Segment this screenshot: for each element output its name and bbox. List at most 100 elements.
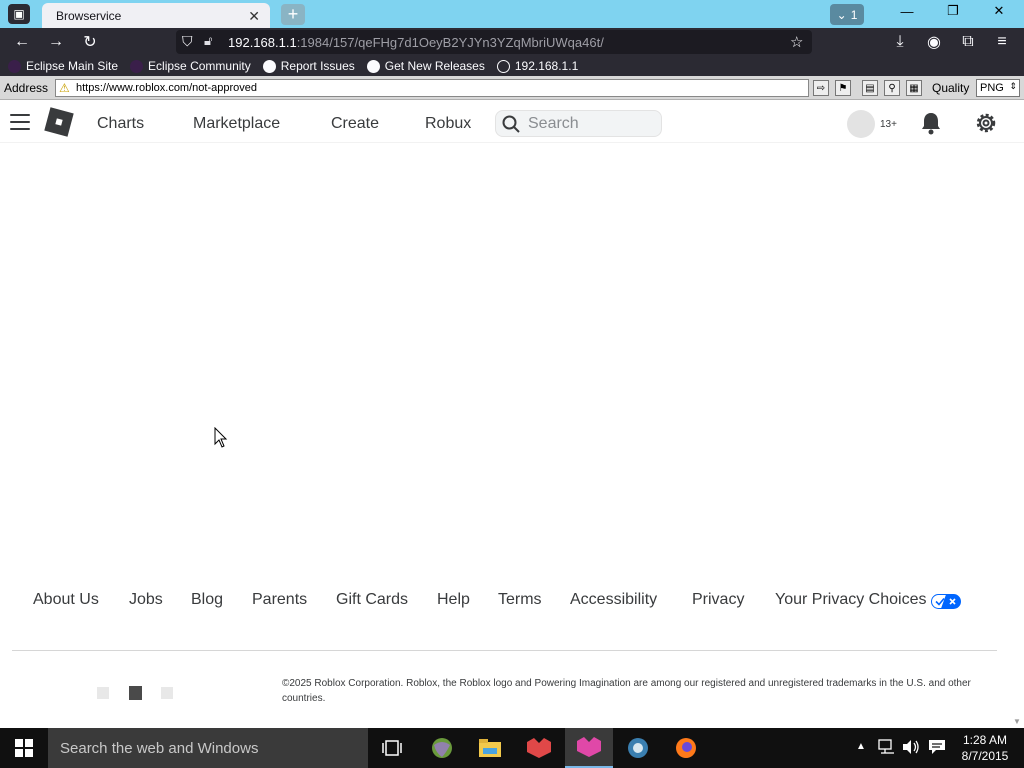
bookmark-star-icon[interactable]: ☆ bbox=[790, 33, 803, 51]
main-content bbox=[0, 143, 1010, 583]
globe-icon bbox=[496, 59, 510, 73]
tab-close-icon[interactable]: ✕ bbox=[248, 8, 260, 25]
vertical-scrollbar[interactable]: ▼ bbox=[1010, 143, 1024, 728]
footer-link-jobs[interactable]: Jobs bbox=[129, 591, 163, 609]
clipboard-icon[interactable]: ▦ bbox=[906, 80, 922, 96]
red-app-icon[interactable] bbox=[515, 728, 563, 768]
address-label: Address bbox=[4, 81, 49, 95]
footer-link-blog[interactable]: Blog bbox=[191, 591, 223, 609]
bookmark-label: 192.168.1.1 bbox=[514, 59, 579, 73]
browser-app-icon[interactable] bbox=[614, 728, 662, 768]
quality-label: Quality bbox=[932, 81, 970, 95]
hamburger-menu-icon[interactable] bbox=[10, 114, 30, 130]
close-window-button[interactable]: ✕ bbox=[976, 0, 1022, 22]
notification-bell-icon[interactable] bbox=[920, 111, 942, 140]
eclipse-icon bbox=[130, 59, 144, 73]
network-icon[interactable] bbox=[878, 739, 896, 760]
footer-link-terms[interactable]: Terms bbox=[498, 591, 542, 609]
footer-link-privacy[interactable]: Privacy bbox=[692, 591, 744, 609]
mouse-cursor-icon bbox=[214, 426, 228, 454]
url-bar[interactable]: ⛉ 🔓︎ 192.168.1.1:1984/157/qeFHg7d1OeyB2Y… bbox=[176, 30, 812, 54]
nav-marketplace[interactable]: Marketplace bbox=[193, 115, 280, 133]
tab-title: Browservice bbox=[56, 8, 122, 23]
back-button[interactable]: ← bbox=[10, 31, 34, 53]
forward-button[interactable]: → bbox=[44, 31, 68, 53]
avatar[interactable] bbox=[847, 110, 875, 138]
github-icon bbox=[366, 59, 380, 73]
taskbar: Search the web and Windows ▲ 1:28 AM 8/7… bbox=[0, 728, 1024, 768]
nav-robux[interactable]: Robux bbox=[425, 115, 471, 133]
action-center-icon[interactable] bbox=[928, 739, 946, 760]
navigation-toolbar: ← → ↻ ⛉ 🔓︎ 192.168.1.1:1984/157/qeFHg7d1… bbox=[0, 28, 1024, 56]
downloads-icon[interactable]: ⤓ bbox=[888, 31, 912, 53]
footer-link-gift-cards[interactable]: Gift Cards bbox=[336, 591, 408, 609]
age-badge: 13+ bbox=[880, 119, 897, 130]
address-value: https://www.roblox.com/not-approved bbox=[76, 82, 257, 94]
search-input[interactable]: Search bbox=[495, 110, 662, 137]
task-view-icon[interactable] bbox=[368, 728, 416, 768]
roblox-logo[interactable] bbox=[44, 107, 74, 137]
file-explorer-icon[interactable] bbox=[466, 728, 514, 768]
search-placeholder: Search bbox=[528, 114, 579, 132]
carousel-dot-active bbox=[129, 686, 142, 700]
footer-link-privacy-choices[interactable]: Your Privacy Choices bbox=[775, 591, 926, 609]
browservice-toolbar: Address ⚠ https://www.roblox.com/not-app… bbox=[0, 76, 1024, 100]
tray-expand-icon[interactable]: ▲ bbox=[856, 741, 866, 752]
search-icon bbox=[502, 115, 520, 133]
url-host: 192.168.1.1 bbox=[228, 34, 297, 50]
tab-list-button[interactable]: ⌄ 1 bbox=[830, 4, 864, 25]
address-field[interactable]: ⚠ https://www.roblox.com/not-approved bbox=[55, 79, 809, 97]
footer-link-parents[interactable]: Parents bbox=[252, 591, 307, 609]
bookmark-report-issues[interactable]: Report Issues bbox=[262, 59, 355, 73]
globe-app-icon[interactable] bbox=[418, 728, 466, 768]
bookmark-label: Get New Releases bbox=[384, 59, 485, 73]
taskbar-search-input[interactable]: Search the web and Windows bbox=[48, 728, 368, 768]
footer-link-accessibility[interactable]: Accessibility bbox=[570, 591, 657, 609]
footer-link-about-us[interactable]: About Us bbox=[33, 591, 99, 609]
bookmarks-list-icon[interactable]: ▤ bbox=[862, 80, 878, 96]
bookmarks-bar: Eclipse Main Site Eclipse Community Repo… bbox=[0, 56, 1024, 76]
extensions-icon[interactable]: ⧉ bbox=[956, 31, 980, 53]
settings-gear-icon[interactable] bbox=[974, 111, 998, 140]
firefox-icon[interactable] bbox=[662, 728, 710, 768]
shield-icon[interactable]: ⛉ bbox=[182, 33, 193, 50]
start-button[interactable] bbox=[0, 728, 48, 768]
taskbar-search-placeholder: Search the web and Windows bbox=[60, 739, 259, 757]
nav-charts[interactable]: Charts bbox=[97, 115, 144, 133]
footer-link-help[interactable]: Help bbox=[437, 591, 470, 609]
lock-warning-icon[interactable]: 🔓︎ bbox=[204, 33, 212, 49]
volume-icon[interactable] bbox=[902, 739, 920, 760]
bookmark-eclipse-main[interactable]: Eclipse Main Site bbox=[8, 59, 118, 73]
menu-icon[interactable]: ≡ bbox=[990, 31, 1014, 53]
reload-button[interactable]: ↻ bbox=[78, 31, 102, 53]
bookmark-eclipse-community[interactable]: Eclipse Community bbox=[130, 59, 251, 73]
roblox-header: Charts Marketplace Create Robux Search 1… bbox=[0, 101, 1024, 143]
new-tab-button[interactable]: + bbox=[281, 4, 305, 25]
tray-clock[interactable]: 1:28 AM 8/7/2015 bbox=[955, 732, 1015, 764]
quality-value: PNG bbox=[980, 82, 1004, 94]
carousel-dot bbox=[97, 687, 109, 699]
chevron-down-icon: ⌄ bbox=[836, 7, 847, 22]
pink-app-icon[interactable] bbox=[565, 728, 613, 768]
go-icon[interactable]: ⇨ bbox=[813, 80, 829, 96]
restore-button[interactable]: ❐ bbox=[930, 0, 976, 22]
url-path: :1984/157/qeFHg7d1OeyB2YJYn3YZqMbriUWqa4… bbox=[296, 34, 604, 50]
warning-icon: ⚠ bbox=[59, 81, 70, 95]
carousel-dot bbox=[161, 687, 173, 699]
windows-logo-icon bbox=[15, 739, 33, 757]
find-icon[interactable]: ⚲ bbox=[884, 80, 900, 96]
tab-overview-icon[interactable]: ▣ bbox=[8, 4, 30, 24]
minimize-button[interactable]: — bbox=[884, 0, 930, 22]
tab-browservice[interactable]: Browservice ✕ bbox=[42, 3, 270, 28]
github-icon bbox=[262, 59, 276, 73]
quality-select[interactable]: PNG ⇕ bbox=[976, 79, 1020, 97]
bookmark-get-new-releases[interactable]: Get New Releases bbox=[366, 59, 485, 73]
bookmark-icon[interactable]: ⚑ bbox=[835, 80, 851, 96]
copyright-text: ©2025 Roblox Corporation. Roblox, the Ro… bbox=[282, 678, 971, 704]
account-icon[interactable]: ◉ bbox=[922, 31, 946, 53]
bookmark-local[interactable]: 192.168.1.1 bbox=[496, 59, 579, 73]
scroll-down-arrow-icon[interactable]: ▼ bbox=[1013, 717, 1021, 726]
nav-create[interactable]: Create bbox=[331, 115, 379, 133]
bookmark-label: Eclipse Main Site bbox=[26, 59, 119, 73]
spinner-icon: ⇕ bbox=[1009, 81, 1017, 91]
